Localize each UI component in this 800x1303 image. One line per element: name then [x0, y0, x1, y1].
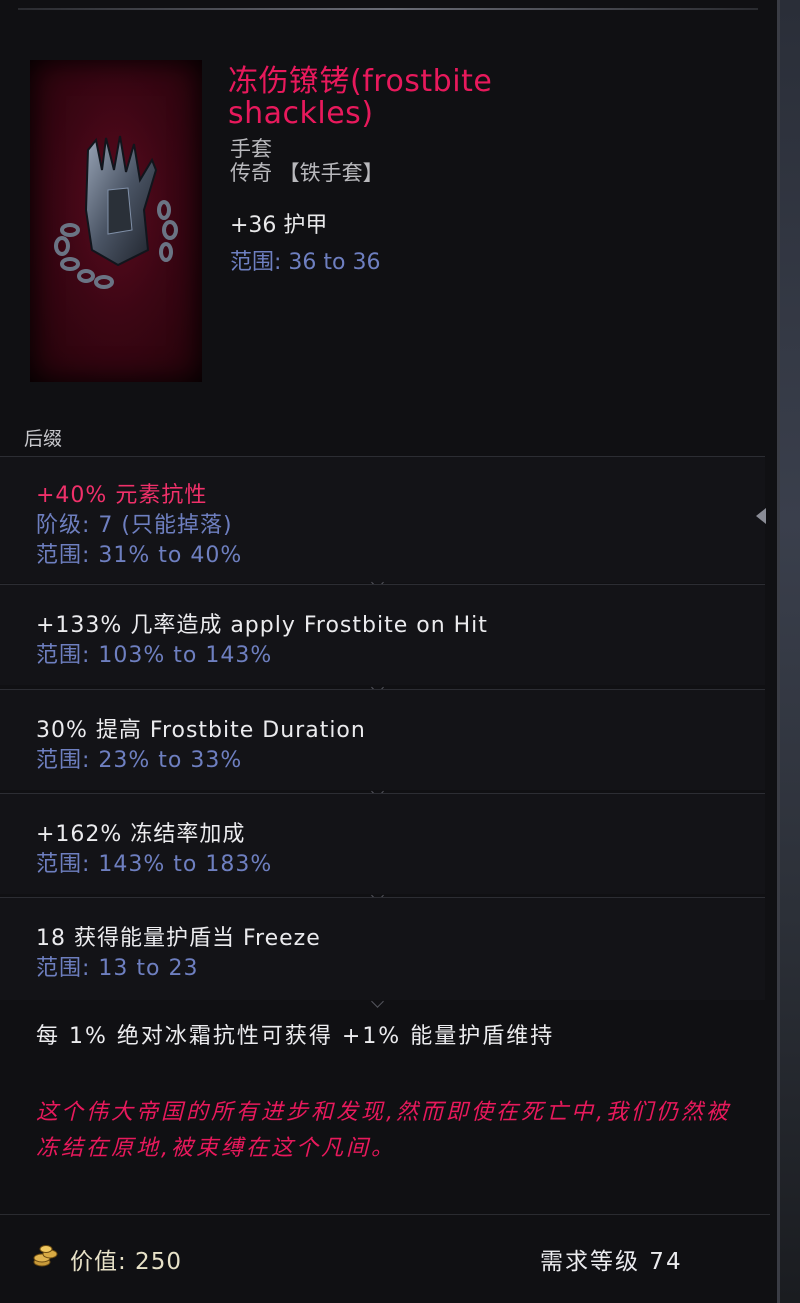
affix-tier: 阶级: 7 (只能掉落) — [36, 513, 233, 538]
required-level: 需求等级 74 — [540, 1249, 683, 1275]
affix-stat: 30% 提高 Frostbite Duration — [36, 718, 366, 743]
affix-range: 范围: 31% to 40% — [36, 543, 243, 568]
lore-text: 这个伟大帝国的所有进步和发现,然而即使在死亡中,我们仍然被冻结在原地,被束缚在这… — [36, 1100, 731, 1161]
affix-stat: +162% 冻结率加成 — [36, 822, 246, 847]
item-portrait — [30, 60, 202, 382]
item-type: 手套 — [230, 137, 272, 161]
item-rarity: 传奇 【铁手套】 — [230, 161, 384, 185]
suffix-section-label: 后缀 — [24, 428, 63, 450]
affix-row[interactable]: 18 获得能量护盾当 Freeze 范围: 13 to 23 — [0, 897, 765, 1000]
affix-range: 范围: 13 to 23 — [36, 956, 199, 981]
implicit-modifier: 每 1% 绝对冰霜抗性可获得 +1% 能量护盾维持 — [36, 1024, 555, 1049]
gold-coins-icon — [33, 1245, 58, 1267]
affix-range: 范围: 23% to 33% — [36, 748, 243, 773]
tooltip-top-border — [18, 8, 758, 10]
base-stat-range: 范围: 36 to 36 — [230, 250, 381, 275]
base-stat: +36 护甲 — [230, 213, 328, 238]
affix-row[interactable]: +162% 冻结率加成 范围: 143% to 183% — [0, 793, 765, 894]
affix-row[interactable]: +133% 几率造成 apply Frostbite on Hit 范围: 10… — [0, 584, 765, 685]
affix-row[interactable]: +40% 元素抗性 阶级: 7 (只能掉落) 范围: 31% to 40% — [0, 456, 765, 583]
affix-stat: +133% 几率造成 apply Frostbite on Hit — [36, 613, 488, 638]
affix-stat: 18 获得能量护盾当 Freeze — [36, 926, 321, 951]
affix-range: 范围: 143% to 183% — [36, 852, 273, 877]
affix-range: 范围: 103% to 143% — [36, 643, 273, 668]
affix-row[interactable]: 30% 提高 Frostbite Duration 范围: 23% to 33% — [0, 689, 765, 790]
item-name: 冻伤镣铐(frostbite shackles) — [228, 64, 493, 131]
footer-divider — [0, 1214, 770, 1215]
item-tooltip: 冻伤镣铐(frostbite shackles) 手套 传奇 【铁手套】 +36… — [0, 0, 780, 1303]
item-value: 价值: 250 — [70, 1249, 182, 1275]
affix-stat: +40% 元素抗性 — [36, 483, 208, 508]
tooltip-pointer-icon — [756, 508, 766, 524]
frost-gauntlet-icon — [54, 135, 178, 289]
